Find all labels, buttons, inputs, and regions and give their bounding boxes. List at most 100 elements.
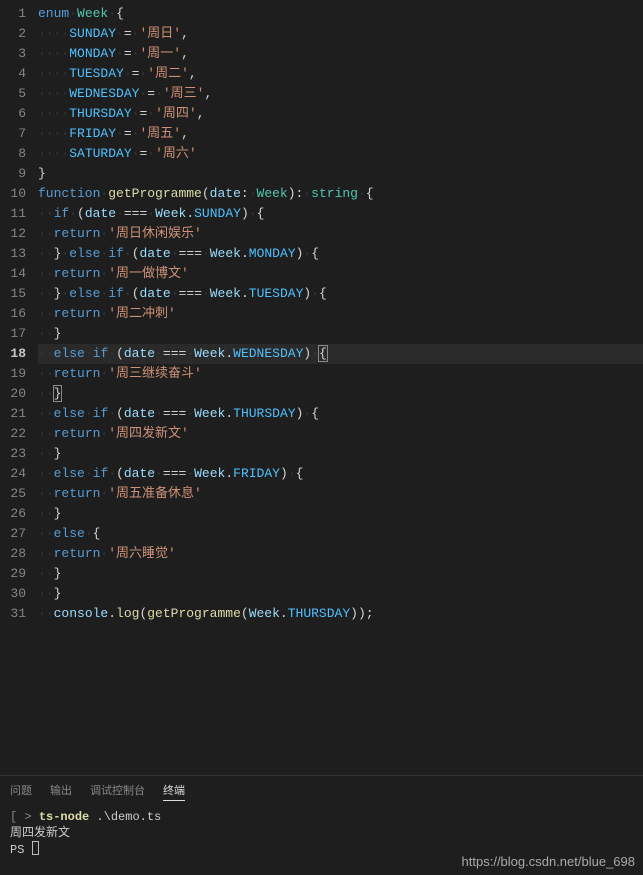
- line-number: 15: [0, 284, 38, 304]
- line-number: 27: [0, 524, 38, 544]
- line-number: 28: [0, 544, 38, 564]
- token-enumm: THURSDAY: [233, 406, 295, 421]
- token-op: =: [124, 26, 132, 41]
- token-paren: ): [280, 466, 288, 481]
- code-line[interactable]: ····WEDNESDAY·=·'周三',: [38, 84, 643, 104]
- code-line[interactable]: ····SUNDAY·=·'周日',: [38, 24, 643, 44]
- line-number: 6: [0, 104, 38, 124]
- token-ws: ··: [38, 486, 54, 501]
- token-paren: (: [116, 346, 124, 361]
- token-ws: ·: [69, 206, 77, 221]
- code-line[interactable]: ··}: [38, 384, 643, 404]
- token-type: Week: [77, 6, 108, 21]
- code-line[interactable]: ··console.log(getProgramme(Week.THURSDAY…: [38, 604, 643, 624]
- code-line[interactable]: ··return·'周四发新文': [38, 424, 643, 444]
- tab-output[interactable]: 输出: [50, 782, 72, 801]
- token-paren: (: [132, 246, 140, 261]
- code-line[interactable]: ··}·else·if·(date·===·Week.MONDAY)·{: [38, 244, 643, 264]
- token-ws: ··: [38, 406, 54, 421]
- line-number: 10: [0, 184, 38, 204]
- token-kw: return: [54, 426, 101, 441]
- token-kw: else: [54, 346, 85, 361]
- code-line[interactable]: }: [38, 164, 643, 184]
- tab-terminal[interactable]: 终端: [163, 782, 185, 801]
- token-ws: ·: [171, 286, 179, 301]
- token-paren: (: [132, 286, 140, 301]
- line-number: 4: [0, 64, 38, 84]
- code-line[interactable]: ··}·else·if·(date·===·Week.TUESDAY)·{: [38, 284, 643, 304]
- line-number: 29: [0, 564, 38, 584]
- token-ws: ·: [186, 406, 194, 421]
- tab-problems[interactable]: 问题: [10, 782, 32, 801]
- code-line[interactable]: ··}: [38, 444, 643, 464]
- token-ws: ··: [38, 546, 54, 561]
- token-ws: ··: [38, 246, 54, 261]
- token-paren: }: [54, 586, 62, 601]
- code-line[interactable]: ··else·{: [38, 524, 643, 544]
- line-number: 30: [0, 584, 38, 604]
- code-line[interactable]: ··}: [38, 584, 643, 604]
- token-paren: (: [116, 466, 124, 481]
- code-line[interactable]: ··return·'周二冲刺': [38, 304, 643, 324]
- token-op: =: [147, 86, 155, 101]
- code-editor[interactable]: 1234567891011121314151617181920212223242…: [0, 0, 643, 775]
- line-number: 31: [0, 604, 38, 624]
- code-line[interactable]: ··return·'周五准备休息': [38, 484, 643, 504]
- token-var: date: [140, 246, 171, 261]
- token-kw: return: [54, 366, 101, 381]
- code-line[interactable]: ··return·'周日休闲娱乐': [38, 224, 643, 244]
- code-line[interactable]: ··}: [38, 324, 643, 344]
- code-line[interactable]: ····THURSDAY·=·'周四',: [38, 104, 643, 124]
- terminal-prompt-symbol: >: [24, 810, 38, 824]
- code-line[interactable]: ··return·'周三继续奋斗': [38, 364, 643, 384]
- code-line[interactable]: ··else·if·(date·===·Week.WEDNESDAY)·{: [38, 344, 643, 364]
- code-line[interactable]: enum·Week·{: [38, 4, 643, 24]
- code-line[interactable]: ··}: [38, 504, 643, 524]
- tab-debug-console[interactable]: 调试控制台: [90, 782, 145, 801]
- code-line[interactable]: ····MONDAY·=·'周一',: [38, 44, 643, 64]
- line-number: 18: [0, 344, 38, 364]
- token-paren: ): [288, 186, 296, 201]
- token-paren: {: [311, 406, 319, 421]
- token-paren: (: [116, 406, 124, 421]
- code-content[interactable]: enum·Week·{····SUNDAY·=·'周日',····MONDAY·…: [38, 0, 643, 775]
- token-str: '周四发新文': [108, 426, 189, 441]
- token-ws: ·: [124, 66, 132, 81]
- token-paren: }: [54, 446, 62, 461]
- terminal-arg: .\demo.ts: [89, 810, 161, 824]
- code-line[interactable]: ··return·'周六睡觉': [38, 544, 643, 564]
- token-var: console: [54, 606, 109, 621]
- token-enumm: SATURDAY: [69, 146, 131, 161]
- code-line[interactable]: ··return·'周一做博文': [38, 264, 643, 284]
- code-line[interactable]: function·getProgramme(date:·Week):·strin…: [38, 184, 643, 204]
- token-ws: ·: [311, 286, 319, 301]
- token-kw: function: [38, 186, 100, 201]
- token-kw: enum: [38, 6, 69, 21]
- code-line[interactable]: ··else·if·(date·===·Week.FRIDAY)·{: [38, 464, 643, 484]
- code-line[interactable]: ····SATURDAY·=·'周六': [38, 144, 643, 164]
- token-ws: ·: [155, 466, 163, 481]
- line-number: 21: [0, 404, 38, 424]
- code-line[interactable]: ····FRIDAY·=·'周五',: [38, 124, 643, 144]
- line-number: 14: [0, 264, 38, 284]
- token-punc: .: [225, 406, 233, 421]
- token-punc: .: [108, 606, 116, 621]
- token-ws: ··: [38, 306, 54, 321]
- token-punc: ,: [181, 126, 189, 141]
- code-line[interactable]: ··}: [38, 564, 643, 584]
- token-var: date: [85, 206, 116, 221]
- code-line[interactable]: ··if·(date·===·Week.SUNDAY)·{: [38, 204, 643, 224]
- token-paren: {: [257, 206, 265, 221]
- token-type: Week: [257, 186, 288, 201]
- token-ws: ·: [249, 206, 257, 221]
- line-number: 9: [0, 164, 38, 184]
- token-ws: ·: [85, 526, 93, 541]
- code-line[interactable]: ··else·if·(date·===·Week.THURSDAY)·{: [38, 404, 643, 424]
- code-line[interactable]: ····TUESDAY·=·'周二',: [38, 64, 643, 84]
- token-str: '周六': [155, 146, 197, 161]
- token-ws: ··: [38, 286, 54, 301]
- token-punc: .: [186, 206, 194, 221]
- token-str: '周日': [139, 26, 181, 41]
- line-number: 1: [0, 4, 38, 24]
- token-ws: ·: [85, 406, 93, 421]
